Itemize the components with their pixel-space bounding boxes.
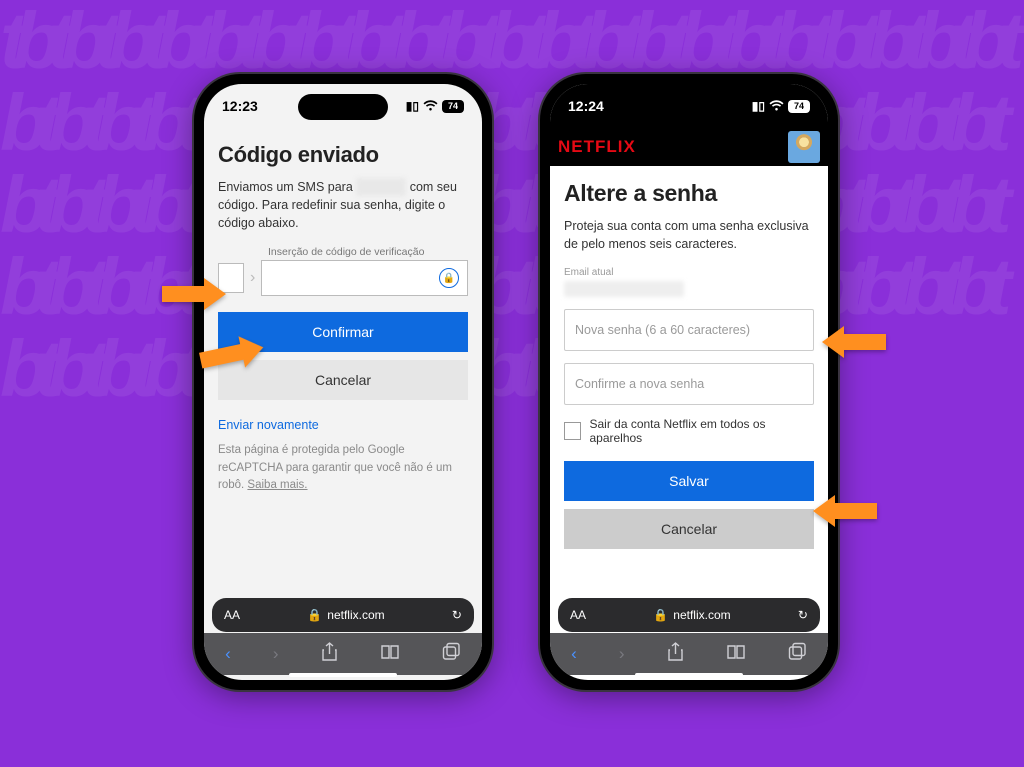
page-description: Proteja sua conta com uma senha exclusiv… xyxy=(564,217,814,253)
resend-link[interactable]: Enviar novamente xyxy=(218,418,468,432)
tabs-icon[interactable] xyxy=(442,642,461,666)
cancel-button[interactable]: Cancelar xyxy=(564,509,814,549)
url-text: netflix.com xyxy=(327,608,384,622)
wifi-icon xyxy=(769,100,784,113)
back-button[interactable]: ‹ xyxy=(571,644,577,664)
lock-icon: 🔒 xyxy=(307,608,322,622)
bookmarks-icon[interactable] xyxy=(380,644,400,665)
content-area: Altere a senha Proteja sua conta com uma… xyxy=(550,166,828,559)
watermark-bg: tbtbtbtbtbtbtbtbtbtbtbtbtbtbtbtbtbtbtbtb… xyxy=(0,0,1024,767)
bookmarks-icon[interactable] xyxy=(726,644,746,665)
dynamic-island xyxy=(644,94,734,120)
annotation-arrow-icon xyxy=(162,278,226,310)
phone-frame-right: 12:24 ▮▯ 74 NETFLIX Altere a senha Prote… xyxy=(540,74,838,690)
placeholder-text: Nova senha (6 a 60 caracteres) xyxy=(575,323,750,337)
masked-email xyxy=(564,281,684,297)
forward-button[interactable]: › xyxy=(273,644,279,664)
text-size-button[interactable]: AA xyxy=(224,608,240,622)
recaptcha-learn-more-link[interactable]: Saiba mais. xyxy=(247,479,307,491)
dual-sim-icon: ▮▯ xyxy=(406,100,419,112)
forward-button[interactable]: › xyxy=(619,644,625,664)
reload-icon[interactable]: ↻ xyxy=(452,608,462,622)
page-description: Enviamos um SMS para xxxxxxxx com seu có… xyxy=(218,178,468,232)
url-text: netflix.com xyxy=(673,608,730,622)
placeholder-text: Confirme a nova senha xyxy=(575,377,704,391)
recaptcha-note: Esta página é protegida pelo Google reCA… xyxy=(218,442,468,494)
dual-sim-icon: ▮▯ xyxy=(752,100,765,112)
signout-all-checkbox[interactable] xyxy=(564,422,581,440)
wifi-icon xyxy=(423,100,438,113)
status-time: 12:24 xyxy=(568,98,604,114)
safari-url-bar[interactable]: AA 🔒 netflix.com ↻ xyxy=(212,598,474,632)
confirm-password-input[interactable]: Confirme a nova senha xyxy=(564,363,814,405)
home-indicator[interactable] xyxy=(635,673,743,677)
dynamic-island xyxy=(298,94,388,120)
annotation-arrow-icon xyxy=(822,326,886,358)
netflix-header: NETFLIX xyxy=(550,128,828,166)
status-time: 12:23 xyxy=(222,98,258,114)
share-icon[interactable] xyxy=(667,642,684,667)
share-icon[interactable] xyxy=(321,642,338,667)
back-button[interactable]: ‹ xyxy=(225,644,231,664)
safari-toolbar: ‹ › xyxy=(204,633,482,675)
cancel-button[interactable]: Cancelar xyxy=(218,360,468,400)
reload-icon[interactable]: ↻ xyxy=(798,608,808,622)
page-title: Código enviado xyxy=(218,142,468,168)
content-area: Código enviado Enviamos um SMS para xxxx… xyxy=(204,128,482,504)
text-size-button[interactable]: AA xyxy=(570,608,586,622)
lock-icon: 🔒 xyxy=(653,608,668,622)
battery-icon: 74 xyxy=(442,100,464,113)
email-label: Email atual xyxy=(564,267,814,278)
verification-code-input[interactable]: 🔒 xyxy=(261,260,468,296)
annotation-arrow-icon xyxy=(813,495,877,527)
masked-phone: xxxxxxxx xyxy=(356,178,406,196)
safari-toolbar: ‹ › xyxy=(550,633,828,675)
netflix-logo[interactable]: NETFLIX xyxy=(558,137,636,157)
code-input-label: Inserção de código de verificação xyxy=(268,246,468,258)
chevron-right-icon: › xyxy=(250,269,255,287)
phone-frame-left: 12:23 ▮▯ 74 Código enviado Enviamos um S… xyxy=(194,74,492,690)
avatar[interactable] xyxy=(788,131,820,163)
home-indicator[interactable] xyxy=(289,673,397,677)
page-title: Altere a senha xyxy=(564,180,814,207)
tabs-icon[interactable] xyxy=(788,642,807,666)
signout-all-label: Sair da conta Netflix em todos os aparel… xyxy=(589,417,814,445)
password-manager-icon[interactable]: 🔒 xyxy=(439,268,459,288)
new-password-input[interactable]: Nova senha (6 a 60 caracteres) xyxy=(564,309,814,351)
battery-icon: 74 xyxy=(788,100,810,113)
safari-url-bar[interactable]: AA 🔒 netflix.com ↻ xyxy=(558,598,820,632)
save-button[interactable]: Salvar xyxy=(564,461,814,501)
